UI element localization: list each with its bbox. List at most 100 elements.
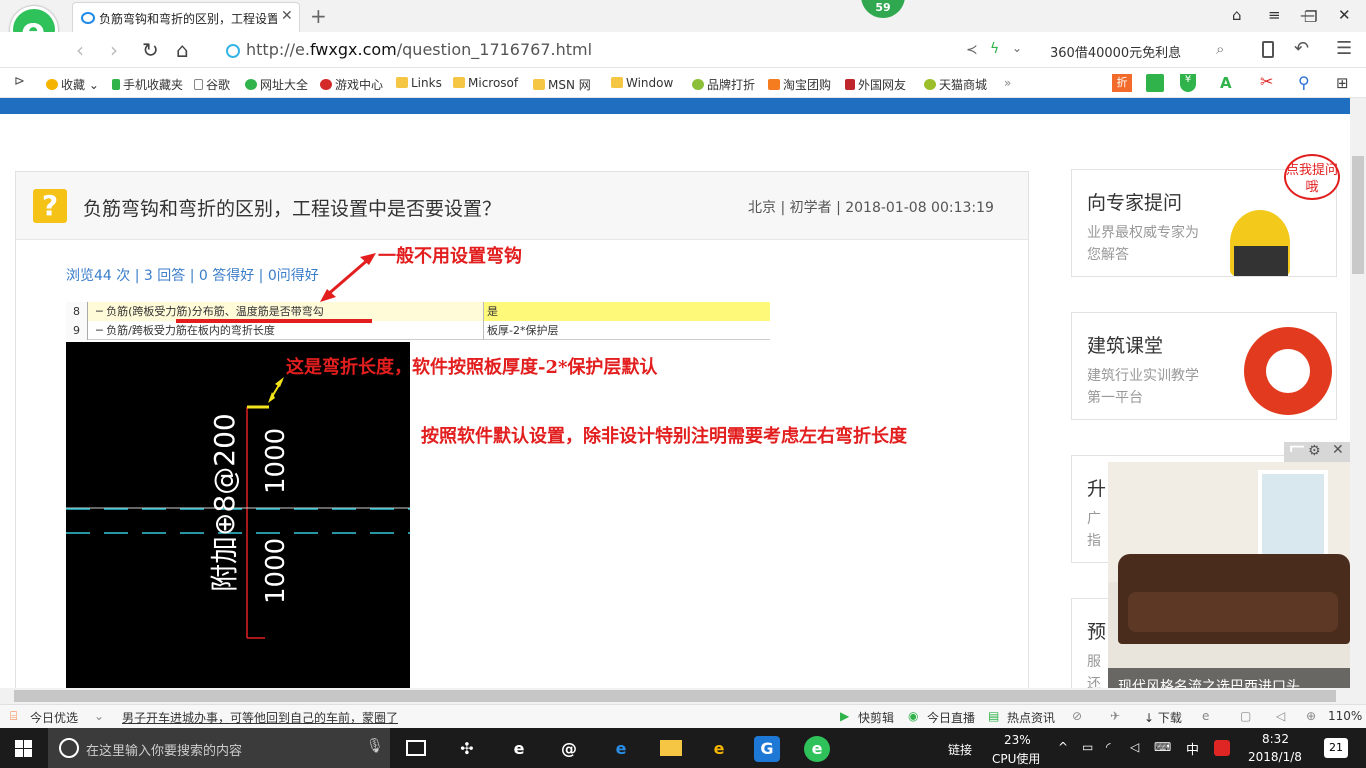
undo-icon[interactable]: ↶	[1294, 38, 1309, 59]
volume-icon[interactable]: ◁	[1276, 709, 1285, 723]
wifi-icon[interactable]: ◜	[1106, 740, 1111, 754]
share-icon[interactable]: ≺	[966, 42, 978, 58]
bookmark-item[interactable]: 外国网友	[845, 76, 906, 93]
horizontal-scrollbar-thumb[interactable]	[14, 690, 1336, 702]
live-link[interactable]: 今日直播	[927, 709, 975, 726]
bookmark-item[interactable]: Links	[396, 76, 442, 90]
speaker-icon[interactable]: ◁	[1130, 740, 1139, 754]
sofa-ad[interactable]: 现代风格名流之选巴西进口头	[1108, 462, 1350, 702]
vertical-scrollbar-thumb[interactable]	[1352, 156, 1364, 274]
ask-expert-card[interactable]: 向专家提问 业界最权威专家为您解答 点我提问哦	[1071, 154, 1340, 277]
ask-bubble[interactable]: 点我提问哦	[1284, 154, 1340, 200]
close-tab-icon[interactable]: ✕	[281, 8, 293, 24]
new-tab-button[interactable]: +	[310, 4, 327, 28]
mobile-icon[interactable]	[1262, 41, 1274, 58]
pin-icon[interactable]: ✈	[1110, 709, 1120, 723]
keyboard-icon[interactable]: ⌨	[1154, 740, 1171, 754]
taskbar-search[interactable]: 在这里输入你要搜索的内容 🎙	[48, 728, 390, 768]
page-favicon-icon	[81, 12, 95, 24]
menu-icon[interactable]: ☰	[1336, 38, 1352, 59]
url-prefix: http://e.	[246, 40, 310, 59]
back-icon[interactable]: ‹	[76, 38, 84, 62]
bookmark-item[interactable]: 品牌打折	[692, 76, 755, 93]
swirl-app-icon[interactable]: @	[556, 736, 582, 762]
class-title: 建筑课堂	[1087, 335, 1164, 357]
bookmark-item[interactable]: 手机收藏夹	[112, 76, 183, 93]
sogou-icon[interactable]	[1214, 740, 1230, 756]
bookmark-item[interactable]: Microsof	[453, 76, 518, 90]
class-card[interactable]: 建筑课堂 建筑行业实训教学第一平台	[1071, 312, 1337, 420]
edge-icon[interactable]: e	[608, 736, 634, 762]
bookmark-item[interactable]: 网址大全	[245, 76, 308, 93]
speed-icon[interactable]: ⊘	[1072, 709, 1082, 723]
battery-icon[interactable]: ▭	[1082, 740, 1093, 754]
download-label: 下载	[1157, 711, 1182, 725]
reload-icon[interactable]: ↻	[142, 38, 159, 62]
forward-icon[interactable]: ›	[110, 38, 118, 62]
ask-expert-title: 向专家提问	[1087, 192, 1183, 214]
window-icon[interactable]: ▢	[1240, 709, 1251, 723]
scissors-icon[interactable]: ✂	[1260, 72, 1273, 91]
bookmark-item[interactable]: Window	[611, 76, 673, 90]
sidebar-toggle-icon[interactable]: ⊳	[14, 74, 25, 89]
cad-label-main: 附加⊕8@200	[208, 413, 241, 592]
task-view-icon[interactable]	[406, 740, 426, 756]
notification-center-badge[interactable]: 21	[1324, 738, 1348, 758]
more-bookmarks-icon[interactable]: »	[1004, 76, 1011, 90]
bookmark-item[interactable]: MSN 网	[533, 76, 591, 93]
hot-news-link[interactable]: 热点资讯	[1007, 709, 1055, 726]
url-domain: fwxgx.com	[309, 40, 397, 59]
ask-expert-desc: 业界最权威专家为您解答	[1087, 225, 1199, 263]
chevron-icon[interactable]: ⌄	[94, 709, 104, 723]
cad-dim-top: 1000	[261, 428, 291, 494]
today-picks-link[interactable]: 今日优选	[30, 709, 78, 726]
g-app-icon[interactable]: G	[754, 736, 780, 762]
translate-icon[interactable]: A	[1220, 74, 1232, 92]
microphone-icon[interactable]: 🎙	[366, 738, 384, 754]
ad-close-icon[interactable]: ✕	[1332, 442, 1344, 458]
book-icon[interactable]	[1146, 74, 1164, 92]
fan-app-icon[interactable]: ✣	[454, 736, 480, 762]
menu-lines-icon[interactable]: ≡	[1268, 6, 1281, 24]
close-window-button[interactable]: ✕	[1338, 6, 1351, 24]
site-header-strip	[0, 98, 1350, 114]
ie-mode-icon[interactable]: e	[1202, 709, 1209, 723]
search-icon[interactable]: ⌕	[1216, 40, 1224, 58]
sofa-seat	[1128, 592, 1338, 632]
clock-time[interactable]: 8:32	[1262, 732, 1289, 746]
zoom-icon[interactable]: ⊕	[1306, 709, 1316, 723]
show-hidden-icons[interactable]: ^	[1058, 740, 1068, 754]
news-ticker-link[interactable]: 男子开车进城办事，可等他回到自己的车前，蒙圈了	[122, 709, 398, 726]
globe-icon	[226, 44, 240, 58]
apps-grid-icon[interactable]: ⊞	[1336, 74, 1349, 92]
tab-active[interactable]: 负筋弯钩和弯折的区别，工程设置中是否要设置？ ✕	[72, 2, 300, 32]
bookmark-item[interactable]: 收藏 ⌄	[46, 76, 99, 93]
bookmark-item[interactable]: 游戏中心	[320, 76, 383, 93]
scroll-top-icon[interactable]: ⌐	[1288, 436, 1306, 461]
bookmark-item[interactable]: 淘宝团购	[768, 76, 831, 93]
magnifier-icon[interactable]: ⚲	[1298, 73, 1310, 92]
file-explorer-icon[interactable]	[660, 740, 682, 756]
restore-button[interactable]: ❐	[1304, 8, 1317, 26]
ad-settings-icon[interactable]: ⚙	[1308, 443, 1321, 459]
zoom-level[interactable]: 110%	[1328, 709, 1362, 723]
home-icon[interactable]: ⌂	[176, 38, 189, 62]
shield-icon[interactable]: ¥	[1180, 74, 1196, 92]
link-toolbar[interactable]: 链接	[948, 741, 972, 758]
download-link[interactable]: ↓ 下载	[1144, 709, 1182, 726]
ie-app-icon[interactable]: e	[506, 736, 532, 762]
cpu-percent: 23%	[1004, 733, 1031, 747]
bookmark-item[interactable]: 天猫商城	[924, 76, 987, 93]
quick-clip-link[interactable]: 快剪辑	[858, 709, 894, 726]
lightning-icon[interactable]: ϟ	[990, 41, 999, 57]
url-input[interactable]: http://e.fwxgx.com/question_1716767.html	[224, 40, 954, 62]
360-browser-taskbar-icon[interactable]: e	[804, 736, 830, 762]
clock-date[interactable]: 2018/1/8	[1248, 750, 1302, 764]
chevron-down-icon[interactable]: ⌄	[1012, 41, 1022, 55]
bookmark-item[interactable]: 谷歌	[194, 76, 230, 93]
ime-indicator[interactable]: 中	[1186, 739, 1199, 758]
ie-browser-icon[interactable]: e	[706, 736, 732, 762]
discount-icon[interactable]: 折	[1112, 74, 1132, 92]
shirt-icon[interactable]: ⌂	[1232, 6, 1242, 24]
promo-link[interactable]: 360借40000元免利息	[1050, 42, 1181, 61]
